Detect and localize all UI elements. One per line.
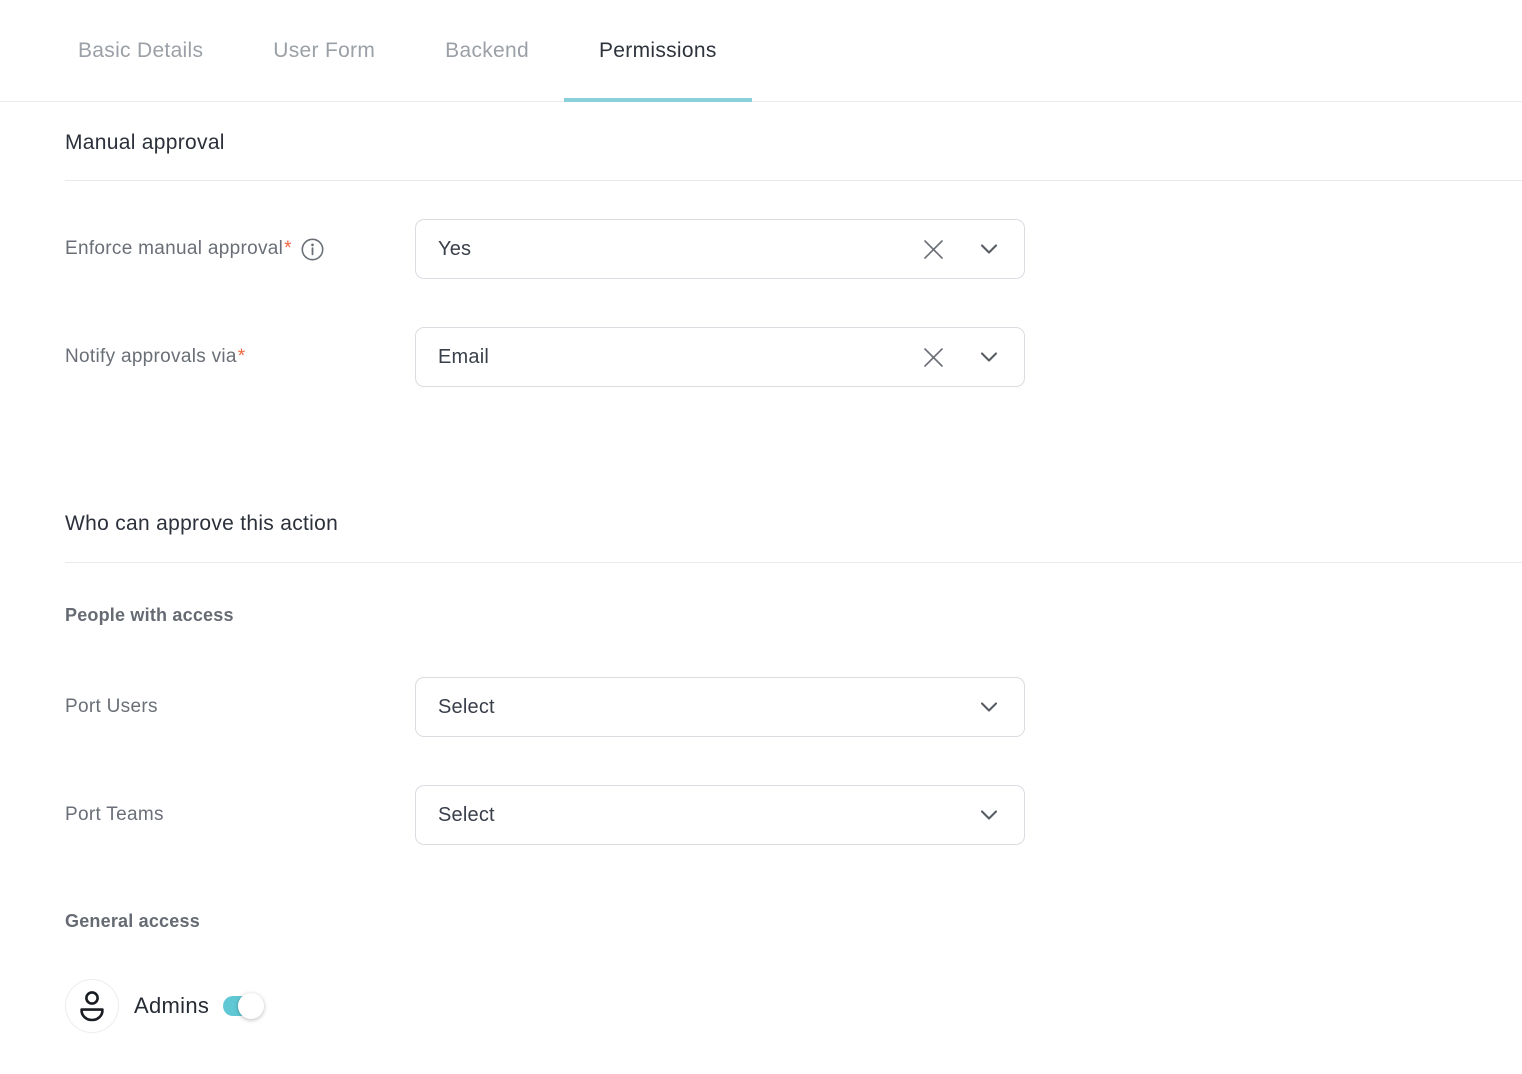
select-placeholder: Select bbox=[438, 696, 980, 719]
person-icon bbox=[77, 990, 107, 1022]
people-with-access-heading: People with access bbox=[65, 606, 1522, 625]
enforce-manual-approval-row: Enforce manual approval* Yes bbox=[65, 219, 1522, 279]
port-teams-label: Port Teams bbox=[65, 804, 415, 826]
toggle-knob bbox=[238, 993, 264, 1019]
manual-approval-title: Manual approval bbox=[65, 130, 1522, 156]
notify-approvals-row: Notify approvals via* Email bbox=[65, 327, 1522, 387]
select-placeholder: Select bbox=[438, 804, 980, 827]
notify-approvals-label: Notify approvals via* bbox=[65, 346, 415, 368]
required-asterisk: * bbox=[238, 346, 246, 368]
chevron-down-icon[interactable] bbox=[980, 809, 998, 821]
required-asterisk: * bbox=[284, 238, 292, 260]
chevron-down-icon[interactable] bbox=[980, 351, 998, 363]
notify-approvals-select[interactable]: Email bbox=[415, 327, 1025, 387]
chevron-down-icon[interactable] bbox=[980, 243, 998, 255]
port-users-row: Port Users Select bbox=[65, 677, 1522, 737]
admins-label: Admins bbox=[134, 993, 209, 1019]
field-label-text: Port Users bbox=[65, 696, 158, 718]
enforce-manual-approval-label: Enforce manual approval* bbox=[65, 238, 415, 261]
enforce-manual-approval-select[interactable]: Yes bbox=[415, 219, 1025, 279]
field-label-text: Port Teams bbox=[65, 804, 164, 826]
port-teams-select[interactable]: Select bbox=[415, 785, 1025, 845]
select-value: Email bbox=[438, 346, 921, 369]
chevron-down-icon[interactable] bbox=[980, 701, 998, 713]
avatar bbox=[65, 979, 119, 1033]
port-teams-row: Port Teams Select bbox=[65, 785, 1522, 845]
clear-x-icon[interactable] bbox=[921, 237, 946, 262]
general-access-heading: General access bbox=[65, 912, 1522, 931]
admins-access-row: Admins bbox=[65, 979, 1522, 1033]
field-label-text: Notify approvals via bbox=[65, 346, 237, 368]
section-divider bbox=[65, 180, 1522, 181]
port-users-label: Port Users bbox=[65, 696, 415, 718]
who-can-approve-title: Who can approve this action bbox=[65, 511, 1522, 537]
tab-backend[interactable]: Backend bbox=[410, 0, 564, 101]
admins-toggle[interactable] bbox=[223, 996, 263, 1016]
tab-basic-details[interactable]: Basic Details bbox=[43, 0, 238, 101]
permissions-page: Basic Details User Form Backend Permissi… bbox=[0, 0, 1522, 1074]
tab-user-form[interactable]: User Form bbox=[238, 0, 410, 101]
tab-permissions[interactable]: Permissions bbox=[564, 0, 752, 101]
select-value: Yes bbox=[438, 238, 921, 261]
tab-bar: Basic Details User Form Backend Permissi… bbox=[0, 0, 1522, 102]
port-users-select[interactable]: Select bbox=[415, 677, 1025, 737]
info-icon[interactable] bbox=[301, 238, 324, 261]
field-label-text: Enforce manual approval bbox=[65, 238, 283, 260]
section-divider bbox=[65, 562, 1522, 563]
clear-x-icon[interactable] bbox=[921, 345, 946, 370]
